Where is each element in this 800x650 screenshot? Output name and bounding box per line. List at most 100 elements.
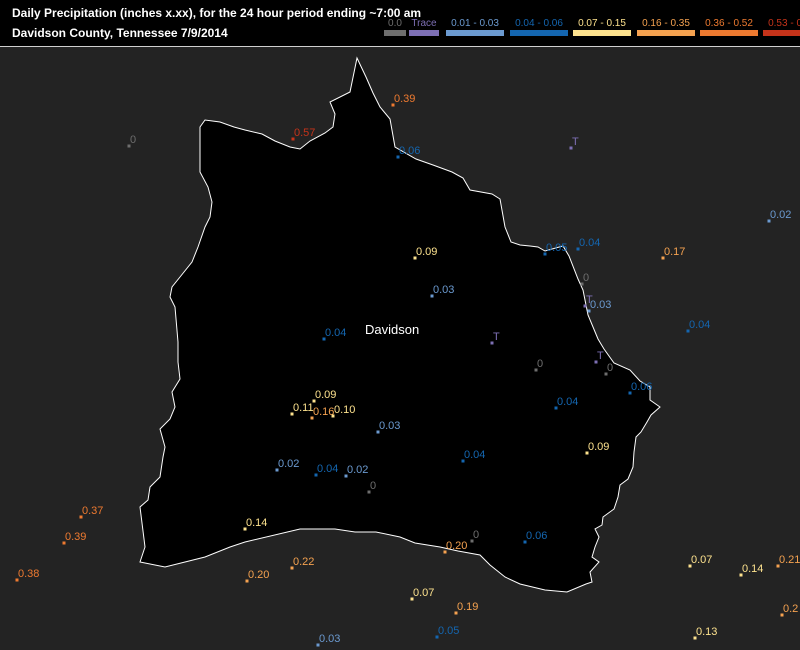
station-marker[interactable]: 0.09 <box>312 389 337 403</box>
legend-item-label: 0.0 <box>388 18 402 29</box>
station-value-label: 0.05 <box>438 625 459 637</box>
legend-color-swatch <box>763 30 800 36</box>
station-value-label: 0.04 <box>689 319 710 331</box>
station-value-label: 0.04 <box>325 327 346 339</box>
station-value-label: T <box>493 331 500 343</box>
station-marker[interactable]: 0.06 <box>628 381 653 395</box>
station-marker[interactable]: 0.02 <box>767 209 792 223</box>
station-marker[interactable]: 0.13 <box>693 626 718 640</box>
map-header: Daily Precipitation (inches x.xx), for t… <box>0 0 800 47</box>
station-value-label: 0 <box>583 272 589 284</box>
map-title: Daily Precipitation (inches x.xx), for t… <box>12 6 422 20</box>
legend-color-swatch <box>573 30 631 36</box>
station-value-label: 0.03 <box>590 299 611 311</box>
station-marker[interactable]: 0.04 <box>576 237 601 251</box>
station-marker[interactable]: 0.10 <box>331 404 356 418</box>
station-marker[interactable]: 0.16 <box>310 406 335 420</box>
station-marker[interactable]: 0.37 <box>79 505 104 519</box>
station-value-label: 0.03 <box>379 420 400 432</box>
station-marker[interactable]: 0.04 <box>461 449 486 463</box>
station-value-label: 0.07 <box>413 587 434 599</box>
station-value-label: 0.06 <box>526 530 547 542</box>
legend-item: 0.0 <box>384 18 406 36</box>
legend-item-label: 0.07 - 0.15 <box>578 18 626 29</box>
station-value-label: 0.10 <box>334 404 355 416</box>
legend-color-swatch <box>637 30 695 36</box>
station-marker[interactable]: 0.20 <box>443 540 468 554</box>
legend-item: 0.01 - 0.03 <box>446 18 504 36</box>
legend-item-label: 0.16 - 0.35 <box>642 18 690 29</box>
station-marker[interactable]: 0.04 <box>314 463 339 477</box>
station-value-label: 0.04 <box>557 396 578 408</box>
station-marker[interactable]: 0.17 <box>661 246 686 260</box>
legend-item: 0.07 - 0.15 <box>573 18 631 36</box>
station-marker[interactable]: 0.04 <box>554 396 579 410</box>
station-value-label: 0.02 <box>347 464 368 476</box>
station-value-label: 0.2 <box>783 603 798 615</box>
station-marker[interactable]: 0.09 <box>413 246 438 260</box>
station-value-label: 0.20 <box>446 540 467 552</box>
station-marker[interactable]: 0.03 <box>430 284 455 298</box>
legend-item-label: 0.36 - 0.52 <box>705 18 753 29</box>
station-value-label: 0.17 <box>664 246 685 258</box>
station-marker[interactable]: 0.21 <box>776 554 800 568</box>
station-value-label: 0 <box>537 358 543 370</box>
legend-item: 0.53 - 0.57 <box>763 18 800 36</box>
station-marker[interactable]: 0.02 <box>275 458 300 472</box>
station-marker[interactable]: 0.07 <box>410 587 435 601</box>
station-marker[interactable]: 0.20 <box>245 569 270 583</box>
legend-item: 0.36 - 0.52 <box>700 18 758 36</box>
station-value-label: 0.14 <box>246 517 267 529</box>
legend-item: 0.04 - 0.06 <box>510 18 568 36</box>
precipitation-legend: 0.0 Trace 0.01 - 0.03 0.04 - 0.06 0.07 - 0.1… <box>384 18 800 44</box>
station-marker[interactable]: 0.06 <box>523 530 548 544</box>
station-value-label: 0.14 <box>742 563 763 575</box>
legend-item: 0.16 - 0.35 <box>637 18 695 36</box>
station-marker[interactable]: 0.14 <box>243 517 268 531</box>
station-marker[interactable]: 0.19 <box>454 601 479 615</box>
station-value-label: 0.16 <box>313 406 334 418</box>
map-subtitle: Davidson County, Tennessee 7/9/2014 <box>12 26 228 40</box>
station-value-label: 0.09 <box>416 246 437 258</box>
station-value-label: 0.21 <box>779 554 800 566</box>
station-value-label: 0.04 <box>317 463 338 475</box>
station-value-label: 0.37 <box>82 505 103 517</box>
station-marker[interactable]: 0.03 <box>316 633 341 647</box>
station-marker[interactable]: 0.09 <box>585 441 610 455</box>
station-value-label: 0 <box>607 362 613 374</box>
station-marker[interactable]: 0.22 <box>290 556 315 570</box>
station-marker[interactable]: 0.39 <box>62 531 87 545</box>
station-value-label: 0 <box>473 529 479 541</box>
station-marker[interactable]: 0.03 <box>587 299 612 313</box>
station-value-label: 0.02 <box>770 209 791 221</box>
station-marker[interactable]: 0.02 <box>344 464 369 478</box>
station-marker[interactable]: 0.04 <box>686 319 711 333</box>
station-value-label: 0.38 <box>18 568 39 580</box>
legend-color-swatch <box>446 30 504 36</box>
station-marker[interactable]: 0.03 <box>376 420 401 434</box>
precipitation-map-page: Daily Precipitation (inches x.xx), for t… <box>0 0 800 650</box>
station-marker[interactable]: 0.14 <box>739 563 764 577</box>
legend-color-swatch <box>700 30 758 36</box>
station-marker[interactable]: 0.07 <box>688 554 713 568</box>
station-value-label: 0.07 <box>691 554 712 566</box>
station-marker[interactable]: 0.04 <box>322 327 347 341</box>
station-value-label: 0.09 <box>315 389 336 401</box>
station-marker[interactable]: 0.11 <box>290 402 314 416</box>
legend-color-swatch <box>409 30 439 36</box>
station-marker[interactable]: 0.57 <box>291 127 316 141</box>
station-value-label: 0.04 <box>464 449 485 461</box>
station-marker[interactable]: 0.05 <box>543 242 568 256</box>
legend-item: Trace <box>409 18 439 36</box>
station-value-label: 0 <box>130 134 136 146</box>
station-marker[interactable]: 0.06 <box>396 145 421 159</box>
station-marker[interactable]: 0.38 <box>15 568 40 582</box>
station-marker[interactable]: 0.2 <box>780 603 799 617</box>
station-value-label: 0.05 <box>546 242 567 254</box>
legend-item-label: 0.01 - 0.03 <box>451 18 499 29</box>
station-marker[interactable]: 0.05 <box>435 625 460 639</box>
station-value-label: 0.06 <box>399 145 420 157</box>
station-marker[interactable]: 0.39 <box>391 93 416 107</box>
station-value-label: T <box>597 350 604 362</box>
station-value-label: 0.09 <box>588 441 609 453</box>
